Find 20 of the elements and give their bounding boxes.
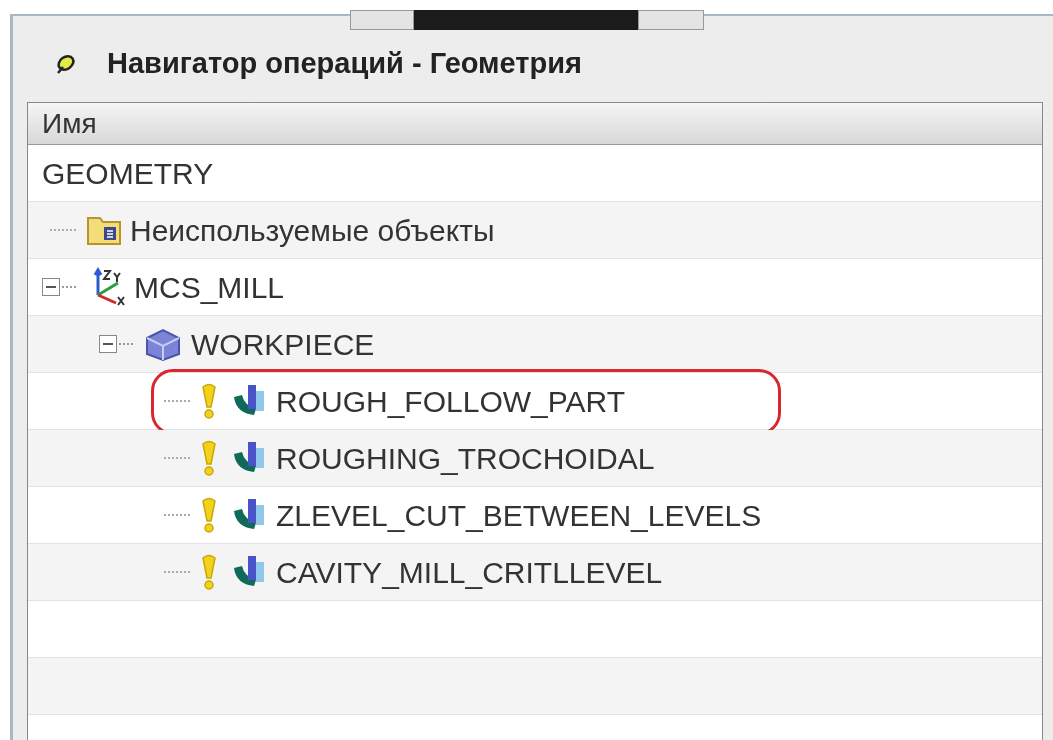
warning-bulb-icon [200,383,218,419]
tree-item[interactable]: CAVITY_MILL_CRITLLEVEL [276,549,663,595]
cube-icon [143,326,183,362]
tree-row[interactable]: ROUGHING_TROCHOIDAL [28,430,1042,487]
tree-item[interactable]: MCS_MILL [134,264,285,310]
panel-title: Навигатор операций - Геометрия [107,46,582,82]
tree-item[interactable]: GEOMETRY [42,150,214,196]
collapse-toggle[interactable] [42,278,60,296]
warning-bulb-icon [200,440,218,476]
warning-bulb-icon [200,497,218,533]
tree-item[interactable]: ROUGHING_TROCHOIDAL [276,435,655,481]
tree-row[interactable]: CAVITY_MILL_CRITLLEVEL [28,544,1042,601]
pen-icon [55,53,77,75]
folder-icon [86,214,122,246]
column-header[interactable]: Имя [28,103,111,144]
warning-bulb-icon [200,554,218,590]
collapse-toggle[interactable] [99,335,117,353]
tree-item[interactable]: ZLEVEL_CUT_BETWEEN_LEVELS [276,492,762,538]
tree-item[interactable]: ROUGH_FOLLOW_PART [276,378,625,424]
tree-item[interactable]: WORKPIECE [191,321,375,367]
